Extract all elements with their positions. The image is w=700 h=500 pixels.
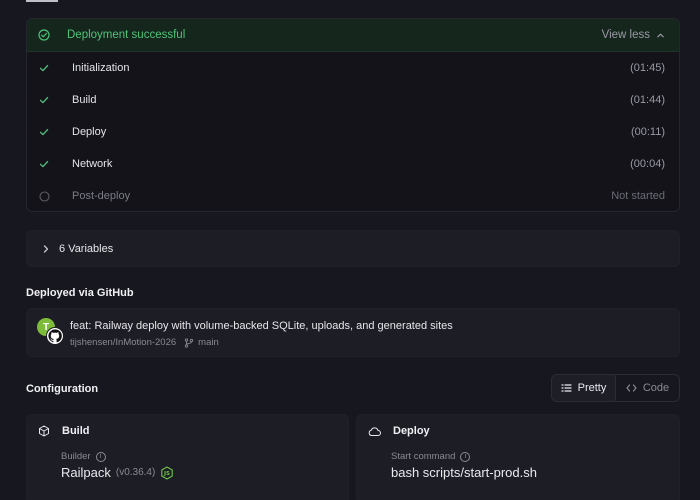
pretty-view-button[interactable]: Pretty [552, 375, 616, 401]
chevron-up-icon [656, 31, 665, 40]
git-branch-icon [184, 337, 194, 348]
step-duration: (01:44) [630, 94, 665, 106]
circle-icon [38, 190, 50, 202]
check-icon [38, 158, 50, 170]
builder-label-row: Builder i [61, 451, 106, 462]
deploy-config-header: Deploy [368, 425, 430, 437]
check-icon [38, 126, 50, 138]
start-command-label: Start command [391, 451, 456, 462]
build-config-card: Build Builder i Railpack (v0.36.4) JS [26, 414, 349, 500]
configuration-section-title: Configuration [26, 383, 99, 395]
deployment-status-header: Deployment successful View less [27, 19, 679, 52]
step-label: Deploy [72, 126, 107, 138]
deploy-config-card: Deploy Start command i bash scripts/star… [356, 414, 680, 500]
nodejs-icon: JS [160, 465, 174, 480]
variables-label: 6 Variables [59, 242, 114, 255]
code-label: Code [642, 382, 670, 394]
step-label: Initialization [72, 62, 130, 74]
check-circle-icon [38, 29, 50, 41]
view-less-label: View less [601, 29, 650, 41]
build-config-header: Build [38, 425, 90, 437]
builder-value-row: Railpack (v0.36.4) JS [61, 465, 174, 480]
cloud-icon [368, 426, 381, 437]
step-duration: (00:04) [630, 158, 665, 170]
commit-message[interactable]: feat: Railway deploy with volume-backed … [70, 320, 453, 332]
step-label: Network [72, 158, 113, 170]
active-tab-indicator [26, 0, 58, 2]
view-mode-toggle: Pretty Code [551, 374, 680, 402]
step-post-deploy: Post-deploy Not started [27, 180, 679, 211]
github-icon [46, 327, 64, 345]
github-section-title: Deployed via GitHub [26, 287, 134, 299]
deployment-status-card: Deployment successful View less Initiali… [26, 18, 680, 212]
code-view-button[interactable]: Code [616, 375, 679, 401]
list-icon [561, 383, 572, 393]
view-less-button[interactable]: View less [602, 29, 665, 41]
step-label: Post-deploy [72, 190, 131, 202]
branch-name: main [198, 337, 219, 348]
variables-toggle[interactable]: 6 Variables [26, 230, 680, 267]
deploy-title: Deploy [393, 425, 430, 437]
github-commit-card[interactable]: T feat: Railway deploy with volume-backe… [26, 308, 680, 357]
commit-meta: tijshensen/InMotion-2026 main [70, 337, 219, 348]
builder-version: (v0.36.4) [115, 467, 156, 478]
check-icon [38, 62, 50, 74]
info-icon[interactable]: i [460, 451, 471, 462]
build-title: Build [62, 425, 90, 437]
step-status: Not started [611, 190, 665, 202]
step-build: Build (01:44) [27, 84, 679, 116]
step-deploy: Deploy (00:11) [27, 116, 679, 148]
pretty-label: Pretty [577, 382, 607, 394]
step-label: Build [72, 94, 97, 106]
builder-label: Builder [61, 451, 91, 462]
repo-name[interactable]: tijshensen/InMotion-2026 [70, 337, 176, 348]
start-command-value[interactable]: bash scripts/start-prod.sh [391, 465, 537, 480]
start-command-value-row: bash scripts/start-prod.sh [391, 465, 537, 480]
package-icon [38, 425, 50, 437]
svg-text:JS: JS [163, 471, 170, 477]
chevron-right-icon [41, 244, 51, 254]
step-duration: (00:11) [630, 126, 665, 138]
builder-value[interactable]: Railpack [61, 465, 111, 480]
step-network: Network (00:04) [27, 148, 679, 180]
check-icon [38, 94, 50, 106]
branch-info: main [184, 337, 219, 348]
start-command-label-row: Start command i [391, 451, 471, 462]
code-icon [626, 383, 637, 393]
step-duration: (01:45) [630, 62, 665, 74]
info-icon[interactable]: i [95, 451, 106, 462]
deployment-status-text: Deployment successful [67, 29, 186, 41]
step-initialization: Initialization (01:45) [27, 52, 679, 84]
